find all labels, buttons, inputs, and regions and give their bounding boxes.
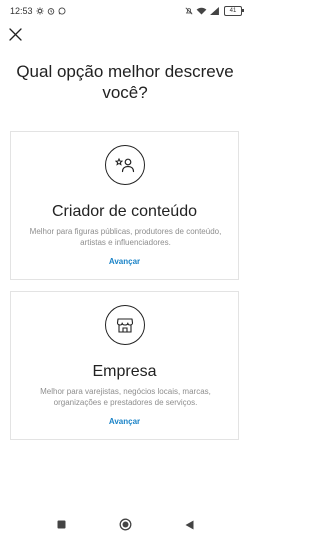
navigation-bar (0, 508, 250, 541)
storefront-icon (104, 305, 145, 345)
close-icon (8, 27, 22, 41)
page-title: Qual opção melhor descreve você? (16, 62, 234, 102)
status-right: 41 (185, 6, 244, 16)
option-title: Empresa (92, 363, 157, 380)
status-left: 12:53 (10, 6, 66, 16)
signal-icon (210, 7, 219, 15)
home-icon (119, 518, 131, 531)
star-person-icon (104, 145, 145, 185)
status-time: 12:53 (10, 6, 33, 16)
wifi-icon (196, 7, 207, 15)
option-title: Criador de conteúdo (52, 203, 197, 220)
status-bar: 12:53 41 (0, 0, 250, 22)
recents-button[interactable] (51, 515, 71, 535)
silent-icon (185, 7, 193, 15)
alarm-icon (47, 7, 55, 15)
option-card-creator[interactable]: Criador de conteúdo Melhor para figuras … (10, 131, 239, 280)
home-button[interactable] (115, 515, 135, 535)
settings-icon (35, 7, 44, 15)
option-card-business[interactable]: Empresa Melhor para varejistas, negócios… (10, 291, 239, 440)
next-button[interactable]: Avançar (11, 257, 238, 266)
next-button[interactable]: Avançar (11, 417, 238, 426)
close-button[interactable] (6, 25, 24, 43)
whatsapp-icon (58, 7, 66, 15)
back-icon (185, 520, 193, 529)
option-description: Melhor para figuras públicas, produtores… (29, 227, 222, 247)
option-description: Melhor para varejistas, negócios locais,… (40, 387, 211, 407)
battery-icon: 41 (224, 6, 244, 16)
recents-icon (57, 520, 65, 529)
back-button[interactable] (179, 515, 199, 535)
